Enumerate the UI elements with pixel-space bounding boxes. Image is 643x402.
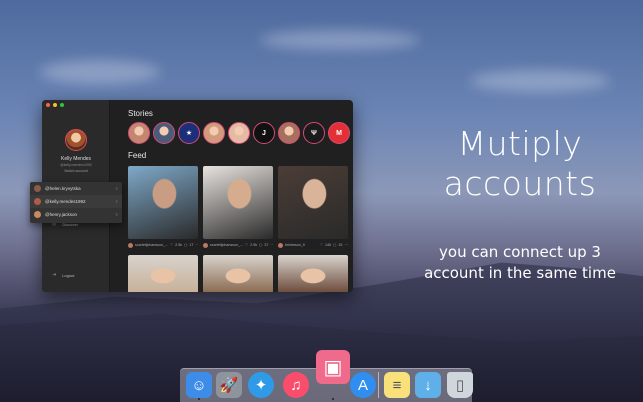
dock-running-indicator — [332, 398, 334, 400]
account-options-icon[interactable]: ≡ — [116, 186, 118, 191]
post-author-avatar[interactable] — [203, 242, 208, 248]
post-author-name[interactable]: scarlettjohansson_... — [210, 243, 243, 247]
story-avatar[interactable] — [153, 122, 175, 144]
feed-row: scarlettjohansson_... ♡ 2.5k ◯ 17 ⋯ scarlettjo… — [128, 166, 348, 248]
account-handle: @henry.jackson — [45, 212, 77, 217]
close-button[interactable] — [46, 103, 50, 107]
cloud — [40, 60, 160, 84]
feed-post-image[interactable] — [203, 255, 273, 292]
menu-item-label: Logout — [62, 272, 75, 278]
window-controls — [46, 103, 64, 107]
account-switcher-item[interactable]: @kelly.mendes1992 ≡ — [30, 195, 122, 208]
zoom-button[interactable] — [60, 103, 64, 107]
cloud — [260, 30, 420, 50]
comments-count: 37 — [264, 243, 269, 247]
safari-icon[interactable]: ✦ — [248, 372, 274, 398]
story-avatar[interactable]: M — [328, 122, 350, 144]
cloud — [470, 70, 610, 92]
dock-divider — [378, 372, 379, 398]
likes-count: 2.9k — [250, 243, 257, 247]
dock-running-indicator — [198, 398, 200, 400]
post-meta: brielarson_fi ♡ 146 ◯ 15 ⋯ — [278, 242, 348, 248]
post-meta: scarlettjohansson_... ♡ 2.5k ◯ 17 ⋯ — [128, 242, 198, 248]
post-author-avatar[interactable] — [278, 242, 283, 248]
feed-post-image[interactable] — [278, 255, 348, 292]
more-options-icon[interactable]: ⋯ — [195, 243, 198, 247]
heart-icon[interactable]: ♡ — [170, 243, 173, 247]
headline-line: accounts — [443, 164, 597, 203]
headline-line: Mutiply — [457, 124, 583, 163]
marvel-logo-icon: M — [336, 129, 342, 137]
account-avatar — [34, 185, 41, 192]
feed-post[interactable]: scarlettjohansson_... ♡ 2.9k ◯ 37 ⋯ — [203, 166, 273, 248]
account-switcher: @helen.kryvytska ≡ @kelly.mendes1992 ≡ @henr… — [30, 182, 122, 223]
comment-icon[interactable]: ◯ — [259, 243, 262, 247]
comment-icon[interactable]: ◯ — [184, 243, 187, 247]
switch-account-link[interactable]: Switch account — [42, 169, 110, 173]
launchpad-icon[interactable]: 🚀 — [216, 372, 242, 398]
account-switcher-item[interactable]: @helen.kryvytska ≡ — [30, 182, 122, 195]
feed-title: Feed — [128, 151, 147, 160]
subheadline-line: account in the same time — [424, 264, 616, 282]
post-author-name[interactable]: brielarson_fi — [285, 243, 305, 247]
heart-icon[interactable]: ♡ — [320, 243, 323, 247]
profile-handle: @kelly.mendes1992 — [60, 163, 92, 167]
account-avatar — [34, 198, 41, 205]
subheadline-line: you can connect up 3 — [439, 243, 601, 261]
stories-row: ★ J Ψ M — [128, 122, 350, 144]
post-meta: scarlettjohansson_... ♡ 2.9k ◯ 37 ⋯ — [203, 242, 273, 248]
story-avatar[interactable] — [128, 122, 150, 144]
story-avatar[interactable] — [203, 122, 225, 144]
comment-icon[interactable]: ◯ — [333, 243, 336, 247]
story-avatar[interactable]: ★ — [178, 122, 200, 144]
more-options-icon[interactable]: ⋯ — [270, 243, 273, 247]
post-author-avatar[interactable] — [128, 242, 133, 248]
likes-count: 146 — [325, 243, 332, 247]
downloads-folder-icon[interactable]: ↓ — [415, 372, 441, 398]
heart-icon[interactable]: ♡ — [245, 243, 248, 247]
post-author-name[interactable]: scarlettjohansson_... — [135, 243, 168, 247]
account-options-icon[interactable]: ≡ — [116, 199, 118, 204]
app-store-icon[interactable]: A — [350, 372, 376, 398]
music-icon[interactable]: ♫ — [283, 372, 309, 398]
account-avatar — [34, 211, 41, 218]
account-options-icon[interactable]: ≡ — [116, 212, 118, 217]
profile-name: Kelly Mendes — [60, 156, 91, 162]
juventus-logo-icon: J — [262, 129, 266, 137]
feed-post-image[interactable] — [203, 166, 273, 239]
logout-icon: ⇥ — [52, 272, 57, 278]
feed-post-image[interactable] — [128, 255, 198, 292]
grids-app-icon[interactable]: ▣ — [316, 350, 350, 384]
menu-item-logout[interactable]: ⇥ Logout — [52, 272, 74, 278]
story-avatar[interactable]: J — [253, 122, 275, 144]
more-options-icon[interactable]: ⋯ — [344, 243, 348, 247]
account-switcher-item[interactable]: @henry.jackson ≡ — [30, 208, 122, 221]
story-avatar[interactable]: Ψ — [303, 122, 325, 144]
maserati-logo-icon: Ψ — [311, 129, 317, 137]
feed-post-image[interactable] — [128, 166, 198, 239]
story-avatar[interactable] — [228, 122, 250, 144]
trash-icon[interactable]: ▯ — [447, 372, 473, 398]
notes-icon[interactable]: ≡ — [384, 372, 410, 398]
champions-league-logo-icon: ★ — [185, 130, 193, 137]
finder-icon[interactable]: ☺ — [186, 372, 212, 398]
feed-post-image[interactable] — [278, 166, 348, 239]
main-content: Stories ★ J Ψ M Feed scarlettjohansson_... ♡… — [118, 100, 353, 292]
profile-avatar[interactable] — [65, 129, 87, 151]
minimize-button[interactable] — [53, 103, 57, 107]
account-handle: @kelly.mendes1992 — [45, 199, 86, 204]
subheadline: you can connect up 3 account in the same… — [404, 242, 636, 284]
comments-count: 17 — [189, 243, 194, 247]
headline: Mutiply accounts — [420, 124, 620, 204]
feed-post[interactable]: scarlettjohansson_... ♡ 2.5k ◯ 17 ⋯ — [128, 166, 198, 248]
comments-count: 15 — [338, 243, 343, 247]
account-handle: @helen.kryvytska — [45, 186, 81, 191]
likes-count: 2.5k — [175, 243, 182, 247]
stories-title: Stories — [128, 109, 153, 118]
feed-post[interactable]: brielarson_fi ♡ 146 ◯ 15 ⋯ — [278, 166, 348, 248]
story-avatar[interactable] — [278, 122, 300, 144]
